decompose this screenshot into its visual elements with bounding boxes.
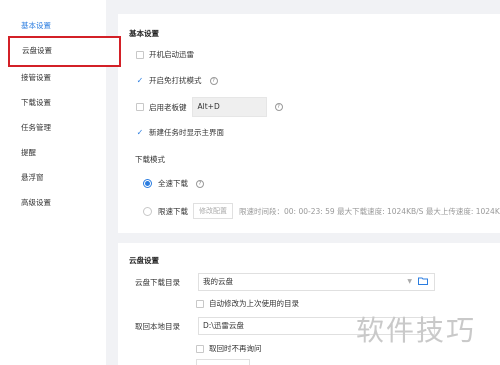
auto-change-checkbox[interactable]	[196, 299, 204, 308]
section-title-cloud: 云盘设置	[129, 256, 159, 265]
no-ask-checkbox[interactable]	[196, 344, 204, 353]
no-disturb-row[interactable]: ✓ 开启免打扰模式 ?	[136, 75, 218, 86]
auto-change-label: 自动修改为上次使用的目录	[209, 299, 299, 308]
question-circle-icon[interactable]: ?	[209, 76, 218, 85]
sidebar-item-basic[interactable]: 基本设置	[10, 14, 105, 38]
basic-settings-panel: 基本设置 开机启动迅雷 ✓ 开启免打扰模式 ? 启用老板键 Alt+D ? ✓ …	[118, 14, 500, 233]
show-main-label: 新建任务时显示主界面	[149, 128, 224, 137]
download-dir-value: 我的云盘	[203, 277, 233, 286]
show-main-row[interactable]: ✓ 新建任务时显示主界面	[136, 127, 224, 138]
boss-key-input[interactable]: Alt+D	[191, 97, 267, 117]
question-circle-icon[interactable]: ?	[274, 103, 283, 111]
settings-sidebar: 基本设置 云盘设置 接管设置 下载设置 任务管理 提醒 悬浮窗 高级设置	[0, 0, 121, 365]
watermark-text: 软件技巧	[356, 314, 477, 347]
no-disturb-checkbox[interactable]: ✓	[136, 76, 144, 85]
sidebar-item-advanced[interactable]: 高级设置	[10, 191, 105, 215]
no-ask-label: 取回时不再询问	[209, 344, 262, 353]
section-title-basic: 基本设置	[129, 29, 159, 38]
boss-key-label: 启用老板键	[149, 102, 187, 112]
autostart-row[interactable]: 开机启动迅雷	[136, 49, 194, 60]
chevron-down-icon[interactable]: ▼	[407, 274, 412, 290]
question-circle-icon[interactable]: ?	[196, 179, 204, 188]
download-mode-title: 下载模式	[135, 155, 165, 164]
limit-speed-label: 限速下载	[158, 206, 188, 216]
boss-key-row[interactable]: 启用老板键 Alt+D ?	[136, 97, 283, 117]
boss-key-checkbox[interactable]	[136, 103, 144, 111]
sidebar-item-download[interactable]: 下载设置	[10, 91, 105, 115]
download-dir-label: 云盘下载目录	[135, 278, 180, 287]
sidebar-item-reminder[interactable]: 提醒	[10, 141, 105, 165]
folder-icon[interactable]	[418, 277, 428, 285]
sidebar-item-floating[interactable]: 悬浮窗	[10, 166, 105, 190]
sidebar-item-cloud[interactable]: 云盘设置	[8, 36, 121, 67]
local-dir-label: 取回本地目录	[135, 322, 180, 331]
limit-speed-radio[interactable]	[143, 206, 152, 216]
show-main-checkbox[interactable]: ✓	[136, 128, 144, 137]
no-ask-row[interactable]: 取回时不再询问	[196, 343, 262, 354]
full-speed-row[interactable]: 全速下载 ?	[143, 178, 204, 189]
checkmark-icon: ✓	[136, 76, 144, 85]
limit-info-text: 限速时间段：00: 00-23: 59 最大下载速度: 1024KB/S 最大上…	[239, 206, 500, 216]
partial-dropdown[interactable]	[196, 359, 250, 365]
sidebar-item-takeover[interactable]: 接管设置	[10, 66, 105, 90]
modify-config-button[interactable]: 修改配置	[193, 203, 233, 219]
limit-speed-row[interactable]: 限速下载 修改配置 限速时间段：00: 00-23: 59 最大下载速度: 10…	[143, 203, 500, 219]
sidebar-item-tasks[interactable]: 任务管理	[10, 116, 105, 140]
local-dir-value: D:\迅雷云盘	[203, 321, 244, 330]
full-speed-radio[interactable]	[143, 179, 152, 188]
full-speed-label: 全速下载	[158, 179, 188, 188]
autostart-label: 开机启动迅雷	[149, 50, 194, 59]
checkmark-icon: ✓	[136, 128, 144, 137]
download-dir-select[interactable]: 我的云盘 ▼	[198, 273, 435, 291]
auto-change-row[interactable]: 自动修改为上次使用的目录	[196, 298, 299, 309]
no-disturb-label: 开启免打扰模式	[149, 76, 202, 85]
autostart-checkbox[interactable]	[136, 50, 144, 59]
